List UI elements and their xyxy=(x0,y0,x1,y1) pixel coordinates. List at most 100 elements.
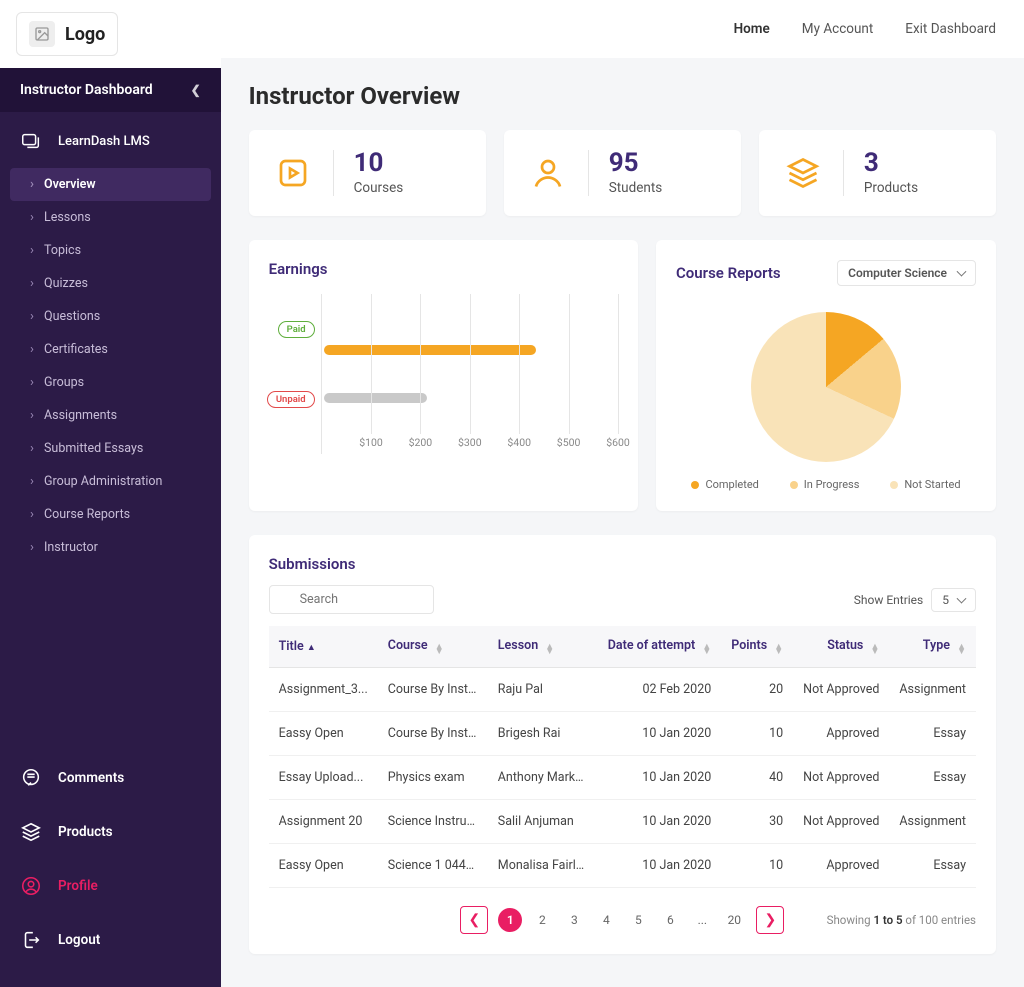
sort-icon: ▲▼ xyxy=(702,645,711,655)
show-entries: Show Entries 5 xyxy=(854,588,976,612)
cell: Monalisa Fairlady xyxy=(488,844,598,888)
sidebar-item-submitted-essays[interactable]: Submitted Essays xyxy=(10,432,211,465)
search-input[interactable] xyxy=(269,585,434,614)
page-number[interactable]: 4 xyxy=(594,908,618,932)
showing-range: 1 to 5 xyxy=(873,913,902,927)
earnings-card: Earnings PaidUnpaid $100$200$300$400$500… xyxy=(249,240,638,511)
table-row[interactable]: Eassy OpenCourse By InstructorBrigesh Ra… xyxy=(269,712,976,756)
sidebar-link-products[interactable]: Products xyxy=(0,805,221,859)
cell: Physics exam xyxy=(378,756,488,800)
sidebar-item-group-administration[interactable]: Group Administration xyxy=(10,465,211,498)
sidebar-item-instructor[interactable]: Instructor xyxy=(10,531,211,564)
cell: 02 Feb 2020 xyxy=(598,668,721,712)
table-row[interactable]: Eassy OpenScience 1 044agfMonalisa Fairl… xyxy=(269,844,976,888)
column-points[interactable]: Points ▲▼ xyxy=(721,626,793,668)
page-number[interactable]: 5 xyxy=(626,908,650,932)
cell: Not Approved xyxy=(793,756,889,800)
sidebar-item-assignments[interactable]: Assignments xyxy=(10,399,211,432)
stat-courses: 10Courses xyxy=(249,130,486,216)
stat-value: 3 xyxy=(864,150,918,176)
column-lesson[interactable]: Lesson ▲▼ xyxy=(488,626,598,668)
topnav-home[interactable]: Home xyxy=(734,21,770,37)
cell: Not Approved xyxy=(793,668,889,712)
table-row[interactable]: Essay Upload...Physics examAnthony Marku… xyxy=(269,756,976,800)
stat-label: Students xyxy=(609,180,663,196)
cell: Eassy Open xyxy=(269,844,378,888)
sidebar-section-lms[interactable]: LearnDash LMS xyxy=(0,112,221,162)
sort-icon: ▲▼ xyxy=(435,645,444,655)
earnings-bar-unpaid xyxy=(324,393,428,403)
topnav-exit[interactable]: Exit Dashboard xyxy=(905,21,996,37)
earnings-bar-paid xyxy=(324,345,536,355)
topnav-account[interactable]: My Account xyxy=(802,21,873,37)
cell: 10 xyxy=(721,712,793,756)
sidebar-link-logout[interactable]: Logout xyxy=(0,913,221,967)
sidebar-item-lessons[interactable]: Lessons xyxy=(10,201,211,234)
logo-area: Logo xyxy=(0,0,221,68)
column-type[interactable]: Type ▲▼ xyxy=(889,626,976,668)
page-number[interactable]: 20 xyxy=(722,908,746,932)
reports-card: Course Reports Computer Science Complete… xyxy=(656,240,996,511)
show-entries-select[interactable]: 5 xyxy=(931,588,976,612)
table-row[interactable]: Assignment_3...Course By InstructorRaju … xyxy=(269,668,976,712)
comment-icon xyxy=(20,767,42,789)
earnings-title: Earnings xyxy=(269,260,618,278)
column-course[interactable]: Course ▲▼ xyxy=(378,626,488,668)
user-icon xyxy=(20,875,42,897)
cell: Approved xyxy=(793,712,889,756)
cell: Essay Upload... xyxy=(269,756,378,800)
page-prev-button[interactable]: ❮ xyxy=(460,906,488,934)
pagination: ❮ 123456...20 ❯ Showing 1 to 5 of 100 en… xyxy=(269,906,976,934)
column-date-of-attempt[interactable]: Date of attempt ▲▼ xyxy=(598,626,721,668)
cell: Course By Instructor xyxy=(378,668,488,712)
page-number[interactable]: 1 xyxy=(498,908,522,932)
page-next-button[interactable]: ❯ xyxy=(756,906,784,934)
sidebar-link-comments[interactable]: Comments xyxy=(0,751,221,805)
cell: Assignment 20 xyxy=(269,800,378,844)
search-wrap xyxy=(269,585,434,614)
sidebar-link-label: Comments xyxy=(58,770,124,786)
legend-dot-icon xyxy=(691,481,699,489)
page-number[interactable]: 2 xyxy=(530,908,554,932)
earnings-xtick: $300 xyxy=(458,436,482,449)
sidebar-item-questions[interactable]: Questions xyxy=(10,300,211,333)
sidebar-nav: OverviewLessonsTopicsQuizzesQuestionsCer… xyxy=(0,162,221,578)
cell: 30 xyxy=(721,800,793,844)
cell: 10 xyxy=(721,844,793,888)
earnings-xtick: $500 xyxy=(557,436,581,449)
cell: Brigesh Rai xyxy=(488,712,598,756)
stat-value: 10 xyxy=(354,150,404,176)
page-number[interactable]: 3 xyxy=(562,908,586,932)
stat-label: Products xyxy=(864,180,918,196)
sidebar-item-quizzes[interactable]: Quizzes xyxy=(10,267,211,300)
play-icon xyxy=(273,153,313,193)
stat-students: 95Students xyxy=(504,130,741,216)
page-number[interactable]: 6 xyxy=(658,908,682,932)
stack-icon xyxy=(783,153,823,193)
sidebar-item-topics[interactable]: Topics xyxy=(10,234,211,267)
cell: Anthony Markulen xyxy=(488,756,598,800)
column-status[interactable]: Status ▲▼ xyxy=(793,626,889,668)
sidebar-item-course-reports[interactable]: Course Reports xyxy=(10,498,211,531)
column-title[interactable]: Title ▲ xyxy=(269,626,378,668)
earnings-label-paid: Paid xyxy=(278,321,315,338)
reports-course-select[interactable]: Computer Science xyxy=(837,260,976,286)
content: Instructor Overview 10Courses95Students3… xyxy=(221,58,1024,978)
page-number[interactable]: ... xyxy=(690,908,714,932)
sidebar-title[interactable]: Instructor Dashboard ❮ xyxy=(0,68,221,112)
submissions-table: Title ▲Course ▲▼Lesson ▲▼Date of attempt… xyxy=(269,626,976,888)
sidebar-link-profile[interactable]: Profile xyxy=(0,859,221,913)
sidebar-item-certificates[interactable]: Certificates xyxy=(10,333,211,366)
submissions-card: Submissions Show Entries 5 Title ▲Course… xyxy=(249,535,996,954)
sidebar-item-overview[interactable]: Overview xyxy=(10,168,211,201)
user-icon xyxy=(528,153,568,193)
logo[interactable]: Logo xyxy=(16,12,118,56)
sidebar-item-groups[interactable]: Groups xyxy=(10,366,211,399)
reports-legend: CompletedIn ProgressNot Started xyxy=(676,478,976,491)
earnings-xtick: $200 xyxy=(409,436,433,449)
table-row[interactable]: Assignment 20Science InstructorSalil Anj… xyxy=(269,800,976,844)
sidebar: Logo Instructor Dashboard ❮ LearnDash LM… xyxy=(0,0,221,987)
cell: 10 Jan 2020 xyxy=(598,844,721,888)
cell: Essay xyxy=(889,844,976,888)
earnings-xtick: $100 xyxy=(359,436,383,449)
